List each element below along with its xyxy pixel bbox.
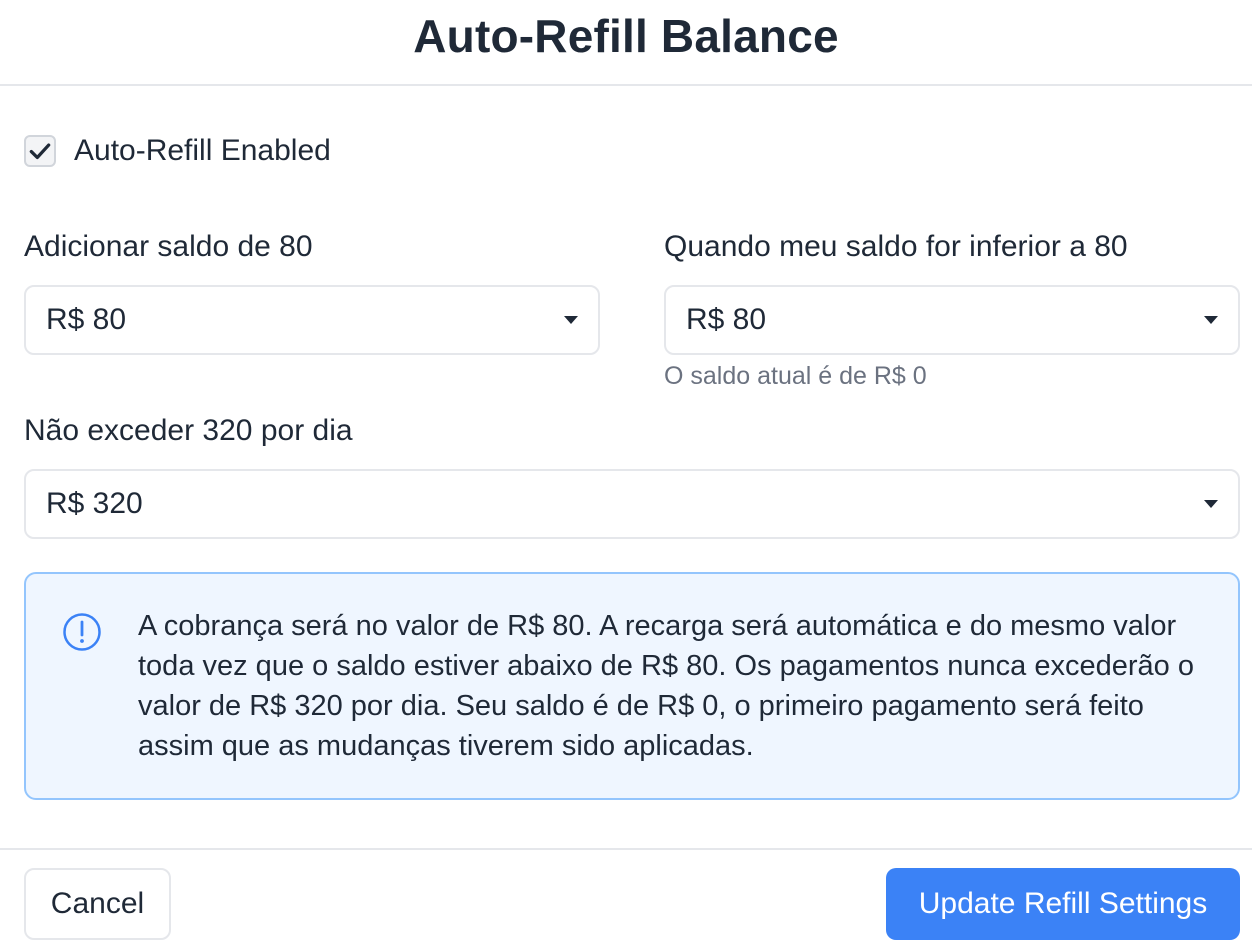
cancel-button[interactable]: Cancel (24, 868, 171, 940)
auto-refill-toggle[interactable]: Auto-Refill Enabled (24, 134, 331, 168)
dialog-footer: Cancel Update Refill Settings (0, 848, 1252, 946)
daily-limit-label: Não exceder 320 por dia (24, 414, 353, 447)
add-amount-value: R$ 80 (46, 303, 127, 336)
auto-refill-label: Auto-Refill Enabled (74, 134, 331, 167)
info-alert: A cobrança será no valor de R$ 80. A rec… (24, 572, 1240, 800)
daily-limit-select[interactable]: R$ 320 (24, 469, 1240, 539)
daily-limit-value: R$ 320 (46, 487, 143, 520)
checkmark-icon (29, 143, 51, 160)
dialog-title: Auto-Refill Balance (413, 10, 839, 62)
add-amount-label: Adicionar saldo de 80 (24, 230, 313, 263)
threshold-select[interactable]: R$ 80 (664, 285, 1240, 355)
info-circle-icon (63, 613, 101, 651)
caret-down-icon (1204, 500, 1218, 508)
threshold-value: R$ 80 (686, 303, 767, 336)
dialog-header: Auto-Refill Balance (0, 0, 1252, 86)
auto-refill-dialog: Auto-Refill Balance Auto-Refill Enabled … (0, 0, 1252, 946)
update-refill-settings-button[interactable]: Update Refill Settings (886, 868, 1240, 940)
caret-down-icon (1204, 316, 1218, 324)
threshold-label: Quando meu saldo for inferior a 80 (664, 230, 1128, 263)
add-amount-select[interactable]: R$ 80 (24, 285, 600, 355)
caret-down-icon (564, 316, 578, 324)
info-message: A cobrança será no valor de R$ 80. A rec… (138, 610, 1194, 762)
current-balance-hint: O saldo atual é de R$ 0 (664, 362, 927, 390)
auto-refill-checkbox[interactable] (24, 135, 56, 167)
